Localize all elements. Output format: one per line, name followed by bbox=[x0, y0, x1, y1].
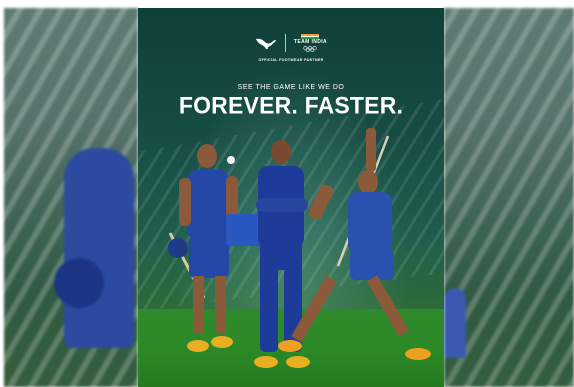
team-india-logo: TEAM INDIA bbox=[294, 34, 327, 52]
headline: FOREVER. FASTER. bbox=[178, 91, 404, 119]
partner-text: OFFICIAL FOOTWEAR PARTNER bbox=[258, 58, 324, 62]
logo-row: TEAM INDIA bbox=[138, 34, 444, 52]
olympic-rings-icon bbox=[303, 46, 318, 52]
team-india-label: TEAM INDIA bbox=[293, 39, 328, 45]
puma-logo-icon bbox=[255, 38, 276, 49]
athlete-javelin-thrower bbox=[278, 126, 444, 376]
logo-divider bbox=[284, 34, 286, 52]
tagline: SEE THE GAME LIKE WE DO bbox=[237, 84, 345, 91]
campaign-poster: TEAM INDIA OFFICIAL FOOTWEAR PARTNER SEE… bbox=[138, 8, 444, 387]
blurred-background-right bbox=[444, 8, 574, 387]
blurred-background-left bbox=[4, 8, 138, 387]
image-frame: TEAM INDIA OFFICIAL FOOTWEAR PARTNER SEE… bbox=[0, 0, 574, 387]
